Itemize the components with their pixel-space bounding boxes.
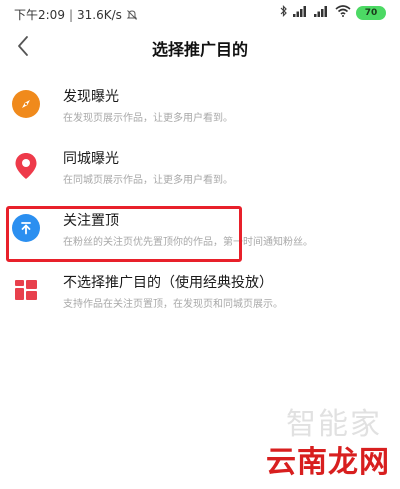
option-description: 在粉丝的关注页优先置顶你的作品，第一时间通知粉丝。 (63, 237, 313, 248)
status-right: 70 (280, 5, 386, 20)
pin-to-top-icon (12, 214, 40, 242)
option-title: 发现曝光 (63, 89, 119, 105)
option-discover-exposure[interactable]: 发现曝光 在发现页展示作品，让更多用户看到。 (0, 78, 400, 140)
watermark-bottom: 云南龙网 (266, 445, 390, 480)
signal-icon (293, 5, 309, 20)
mute-icon (126, 9, 138, 21)
grid-icon (12, 276, 40, 304)
status-bar: 下午2:09 | 31.6K/s 70 (0, 0, 400, 26)
signal-icon-2 (314, 5, 330, 20)
option-classic-delivery[interactable]: 不选择推广目的（使用经典投放） 支持作品在关注页置顶，在发现页和同城页展示。 (0, 264, 400, 326)
header-bar: 选择推广目的 (0, 26, 400, 70)
option-description: 在同城页展示作品，让更多用户看到。 (63, 175, 233, 186)
app-screen: 下午2:09 | 31.6K/s 70 选择推广目的 发现曝光 在发现页展示作品… (0, 0, 400, 489)
option-description: 支持作品在关注页置顶，在发现页和同城页展示。 (63, 299, 283, 310)
status-time: 下午2:09 (14, 8, 65, 22)
bluetooth-icon (280, 5, 288, 20)
status-separator: | (68, 7, 73, 22)
network-speed: 31.6K/s (77, 7, 122, 22)
option-title: 不选择推广目的（使用经典投放） (63, 275, 273, 291)
option-follow-pin-top[interactable]: 关注置顶 在粉丝的关注页优先置顶你的作品，第一时间通知粉丝。 (0, 202, 400, 264)
option-description: 在发现页展示作品，让更多用户看到。 (63, 113, 233, 124)
location-pin-icon (12, 152, 40, 180)
compass-icon (12, 90, 40, 118)
option-title: 关注置顶 (63, 213, 119, 229)
page-title: 选择推广目的 (151, 40, 248, 59)
option-local-exposure[interactable]: 同城曝光 在同城页展示作品，让更多用户看到。 (0, 140, 400, 202)
promotion-goal-list: 发现曝光 在发现页展示作品，让更多用户看到。 同城曝光 在同城页展示作品，让更多… (0, 78, 400, 326)
status-left: 下午2:09 | 31.6K/s (14, 6, 138, 23)
option-title: 同城曝光 (63, 151, 119, 167)
wifi-icon (335, 5, 351, 20)
battery-indicator: 70 (356, 5, 386, 20)
